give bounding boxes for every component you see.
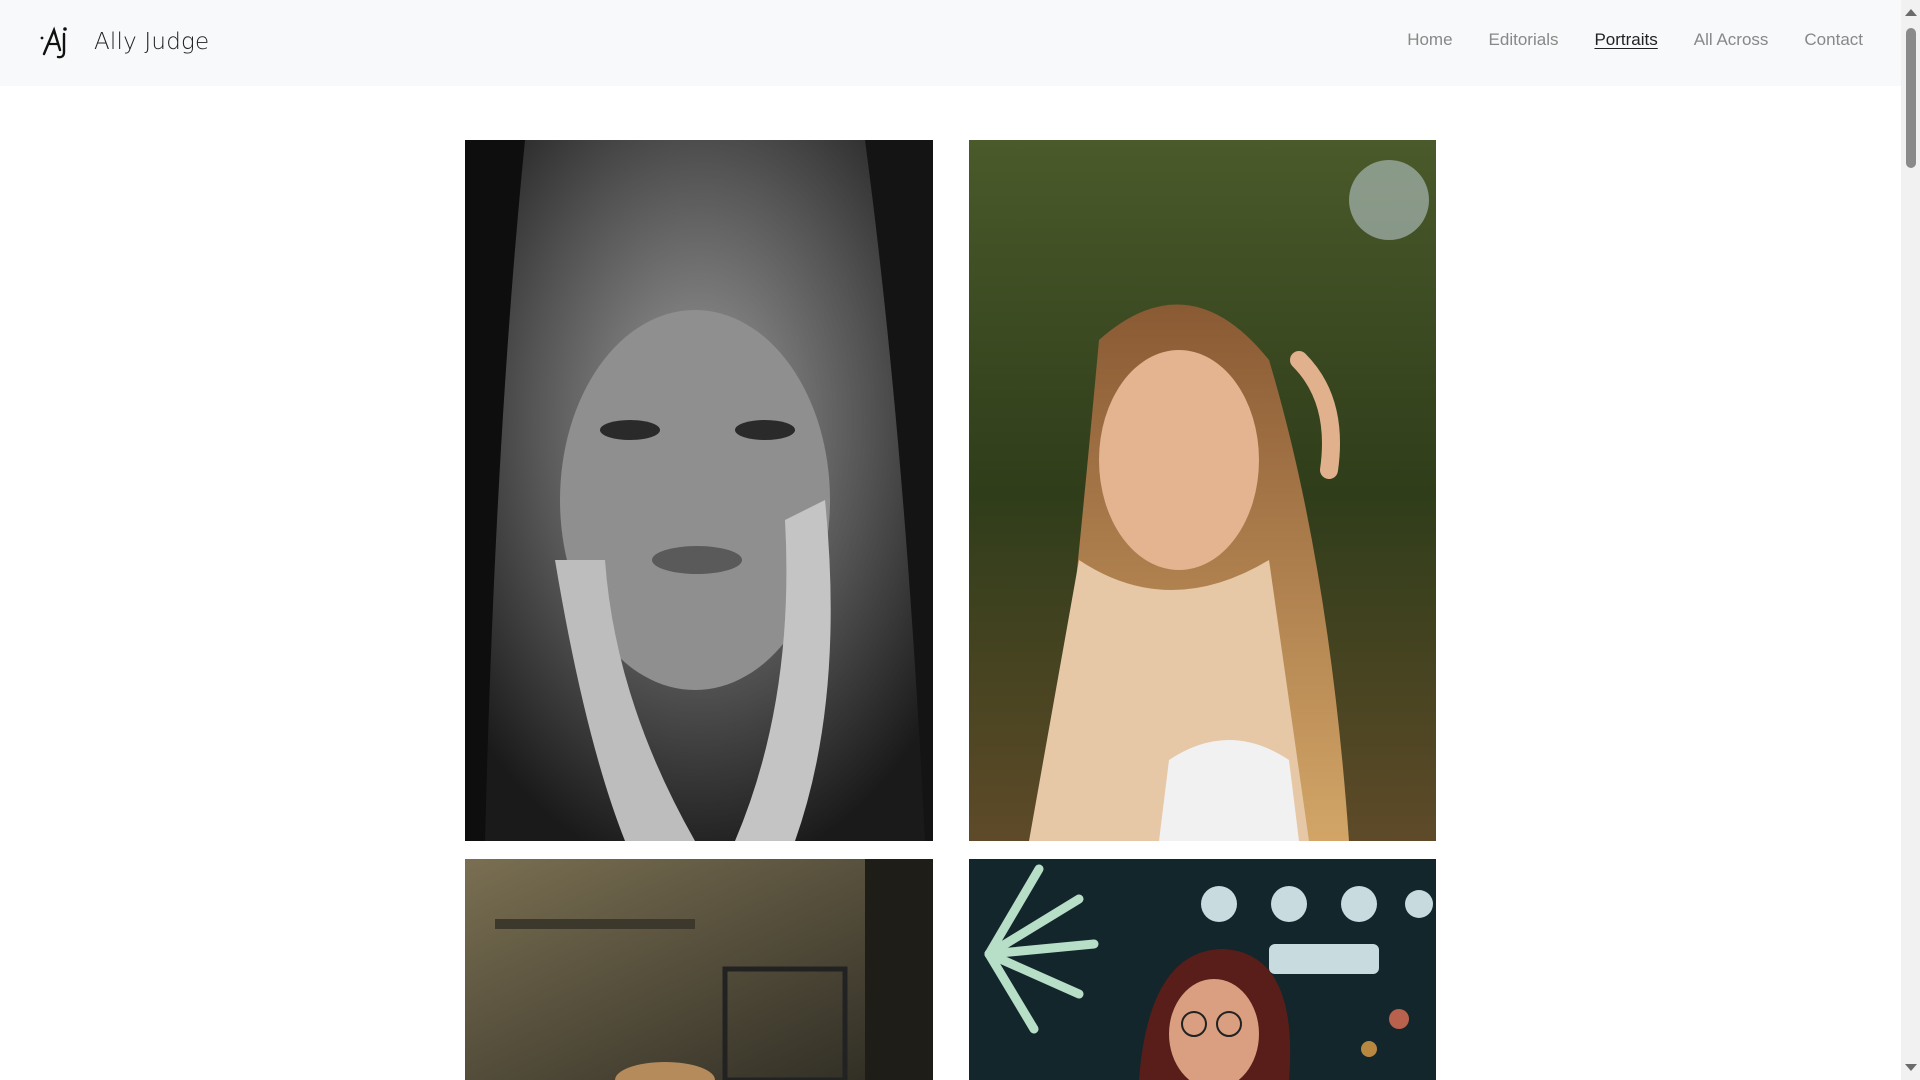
- portrait-photo-bw-freckles[interactable]: [465, 140, 933, 841]
- portrait-photo-blonde-outdoors[interactable]: [969, 140, 1436, 841]
- top-navbar: Ally Judge Home Editorials Portraits All…: [0, 0, 1901, 86]
- main-nav: Home Editorials Portraits All Across Con…: [1407, 30, 1863, 50]
- aj-monogram-logo-icon: [40, 26, 67, 59]
- nav-home[interactable]: Home: [1407, 30, 1452, 50]
- nav-editorials[interactable]: Editorials: [1489, 30, 1559, 50]
- brand-name: Ally Judge: [94, 29, 210, 55]
- scroll-up-icon[interactable]: [1905, 9, 1917, 16]
- brand[interactable]: Ally Judge: [38, 24, 209, 60]
- scroll-thumb[interactable]: [1906, 28, 1916, 168]
- vertical-scrollbar[interactable]: [1901, 0, 1920, 1080]
- portrait-photo-indoor-warm[interactable]: [465, 859, 933, 1080]
- portrait-photo-night-fair[interactable]: [969, 859, 1436, 1080]
- nav-all-across[interactable]: All Across: [1694, 30, 1769, 50]
- nav-portraits[interactable]: Portraits: [1594, 30, 1657, 50]
- scroll-down-icon[interactable]: [1905, 1064, 1917, 1071]
- nav-contact[interactable]: Contact: [1804, 30, 1863, 50]
